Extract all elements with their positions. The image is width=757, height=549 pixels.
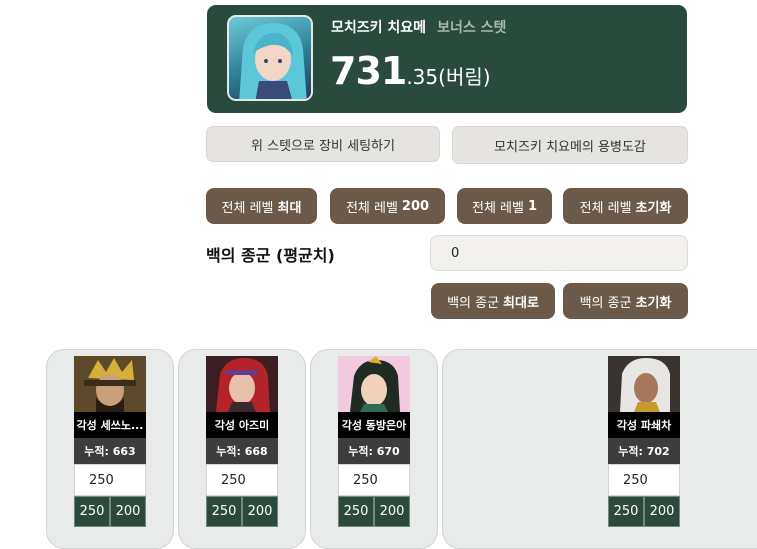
set-200-button[interactable]: 200 <box>644 496 680 527</box>
level-max-button[interactable]: 전체 레벨 최대 <box>206 188 317 224</box>
level-button-value: 초기화 <box>635 200 672 216</box>
mercenary-book-button[interactable]: 모치즈키 치요메의 용병도감 <box>452 126 688 164</box>
character-slot: 각성 아즈미 누적: 668 250 200 <box>206 356 278 527</box>
level-button-label: 전체 레벨 <box>471 200 524 216</box>
average-button-value: 최대로 <box>503 295 539 311</box>
character-level-input[interactable] <box>74 464 146 496</box>
level-button-label: 전체 레벨 <box>579 200 632 216</box>
bonus-stat-decimal: .35(버림) <box>406 65 491 89</box>
level-1-button[interactable]: 전체 레벨 1 <box>457 188 552 224</box>
bonus-stat-integer: 731 <box>330 49 407 93</box>
average-button-value: 초기화 <box>635 295 672 311</box>
hero-portrait <box>227 15 313 101</box>
character-portrait <box>338 356 410 412</box>
character-accumulated: 누적: 668 <box>206 438 278 464</box>
bonus-stat-value: 731.35(버림) <box>330 49 491 93</box>
character-slot: 각성 동방은아 누적: 670 250 200 <box>338 356 410 527</box>
average-input[interactable] <box>430 235 688 271</box>
set-250-button[interactable]: 250 <box>74 496 110 527</box>
average-reset-button[interactable]: 백의 종군 초기화 <box>563 283 688 319</box>
average-label: 백의 종군 (평균치) <box>206 246 335 265</box>
character-portrait <box>74 356 146 412</box>
level-button-label: 전체 레벨 <box>345 200 398 216</box>
average-button-label: 백의 종군 <box>579 295 632 311</box>
character-slot: 각성 파쇄차 누적: 702 250 200 <box>608 356 680 527</box>
level-button-label: 전체 레벨 <box>221 200 274 216</box>
level-200-button[interactable]: 전체 레벨 200 <box>330 188 445 224</box>
character-name: 각성 세쓰노... <box>74 412 146 438</box>
set-200-button[interactable]: 200 <box>242 496 278 527</box>
bonus-stat-banner: 모치즈키 치요메 보너스 스텟 731.35(버림) <box>207 5 687 113</box>
character-slot: 각성 세쓰노... 누적: 663 250 200 <box>74 356 146 527</box>
average-max-button[interactable]: 백의 종군 최대로 <box>431 283 555 319</box>
set-200-button[interactable]: 200 <box>110 496 146 527</box>
hero-name: 모치즈키 치요메 <box>331 20 427 36</box>
bonus-stat-label: 보너스 스텟 <box>437 20 507 36</box>
character-portrait <box>206 356 278 412</box>
set-250-button[interactable]: 250 <box>206 496 242 527</box>
character-name: 각성 파쇄차 <box>608 412 680 438</box>
character-accumulated: 누적: 663 <box>74 438 146 464</box>
character-level-input[interactable] <box>608 464 680 496</box>
character-level-input[interactable] <box>338 464 410 496</box>
character-level-input[interactable] <box>206 464 278 496</box>
hero-portrait-art <box>239 23 307 99</box>
character-accumulated: 누적: 702 <box>608 438 680 464</box>
equip-setting-button[interactable]: 위 스텟으로 장비 세팅하기 <box>206 126 440 162</box>
character-card <box>442 349 757 549</box>
character-accumulated: 누적: 670 <box>338 438 410 464</box>
level-button-value: 최대 <box>277 200 302 216</box>
set-250-button[interactable]: 250 <box>608 496 644 527</box>
average-button-label: 백의 종군 <box>447 295 500 311</box>
level-button-value: 1 <box>527 198 538 214</box>
character-portrait <box>608 356 680 412</box>
level-button-value: 200 <box>401 198 430 214</box>
set-200-button[interactable]: 200 <box>374 496 410 527</box>
character-name: 각성 아즈미 <box>206 412 278 438</box>
level-reset-button[interactable]: 전체 레벨 초기화 <box>563 188 688 224</box>
set-250-button[interactable]: 250 <box>338 496 374 527</box>
banner-title-row: 모치즈키 치요메 보너스 스텟 <box>331 17 506 37</box>
character-name: 각성 동방은아 <box>338 412 410 438</box>
